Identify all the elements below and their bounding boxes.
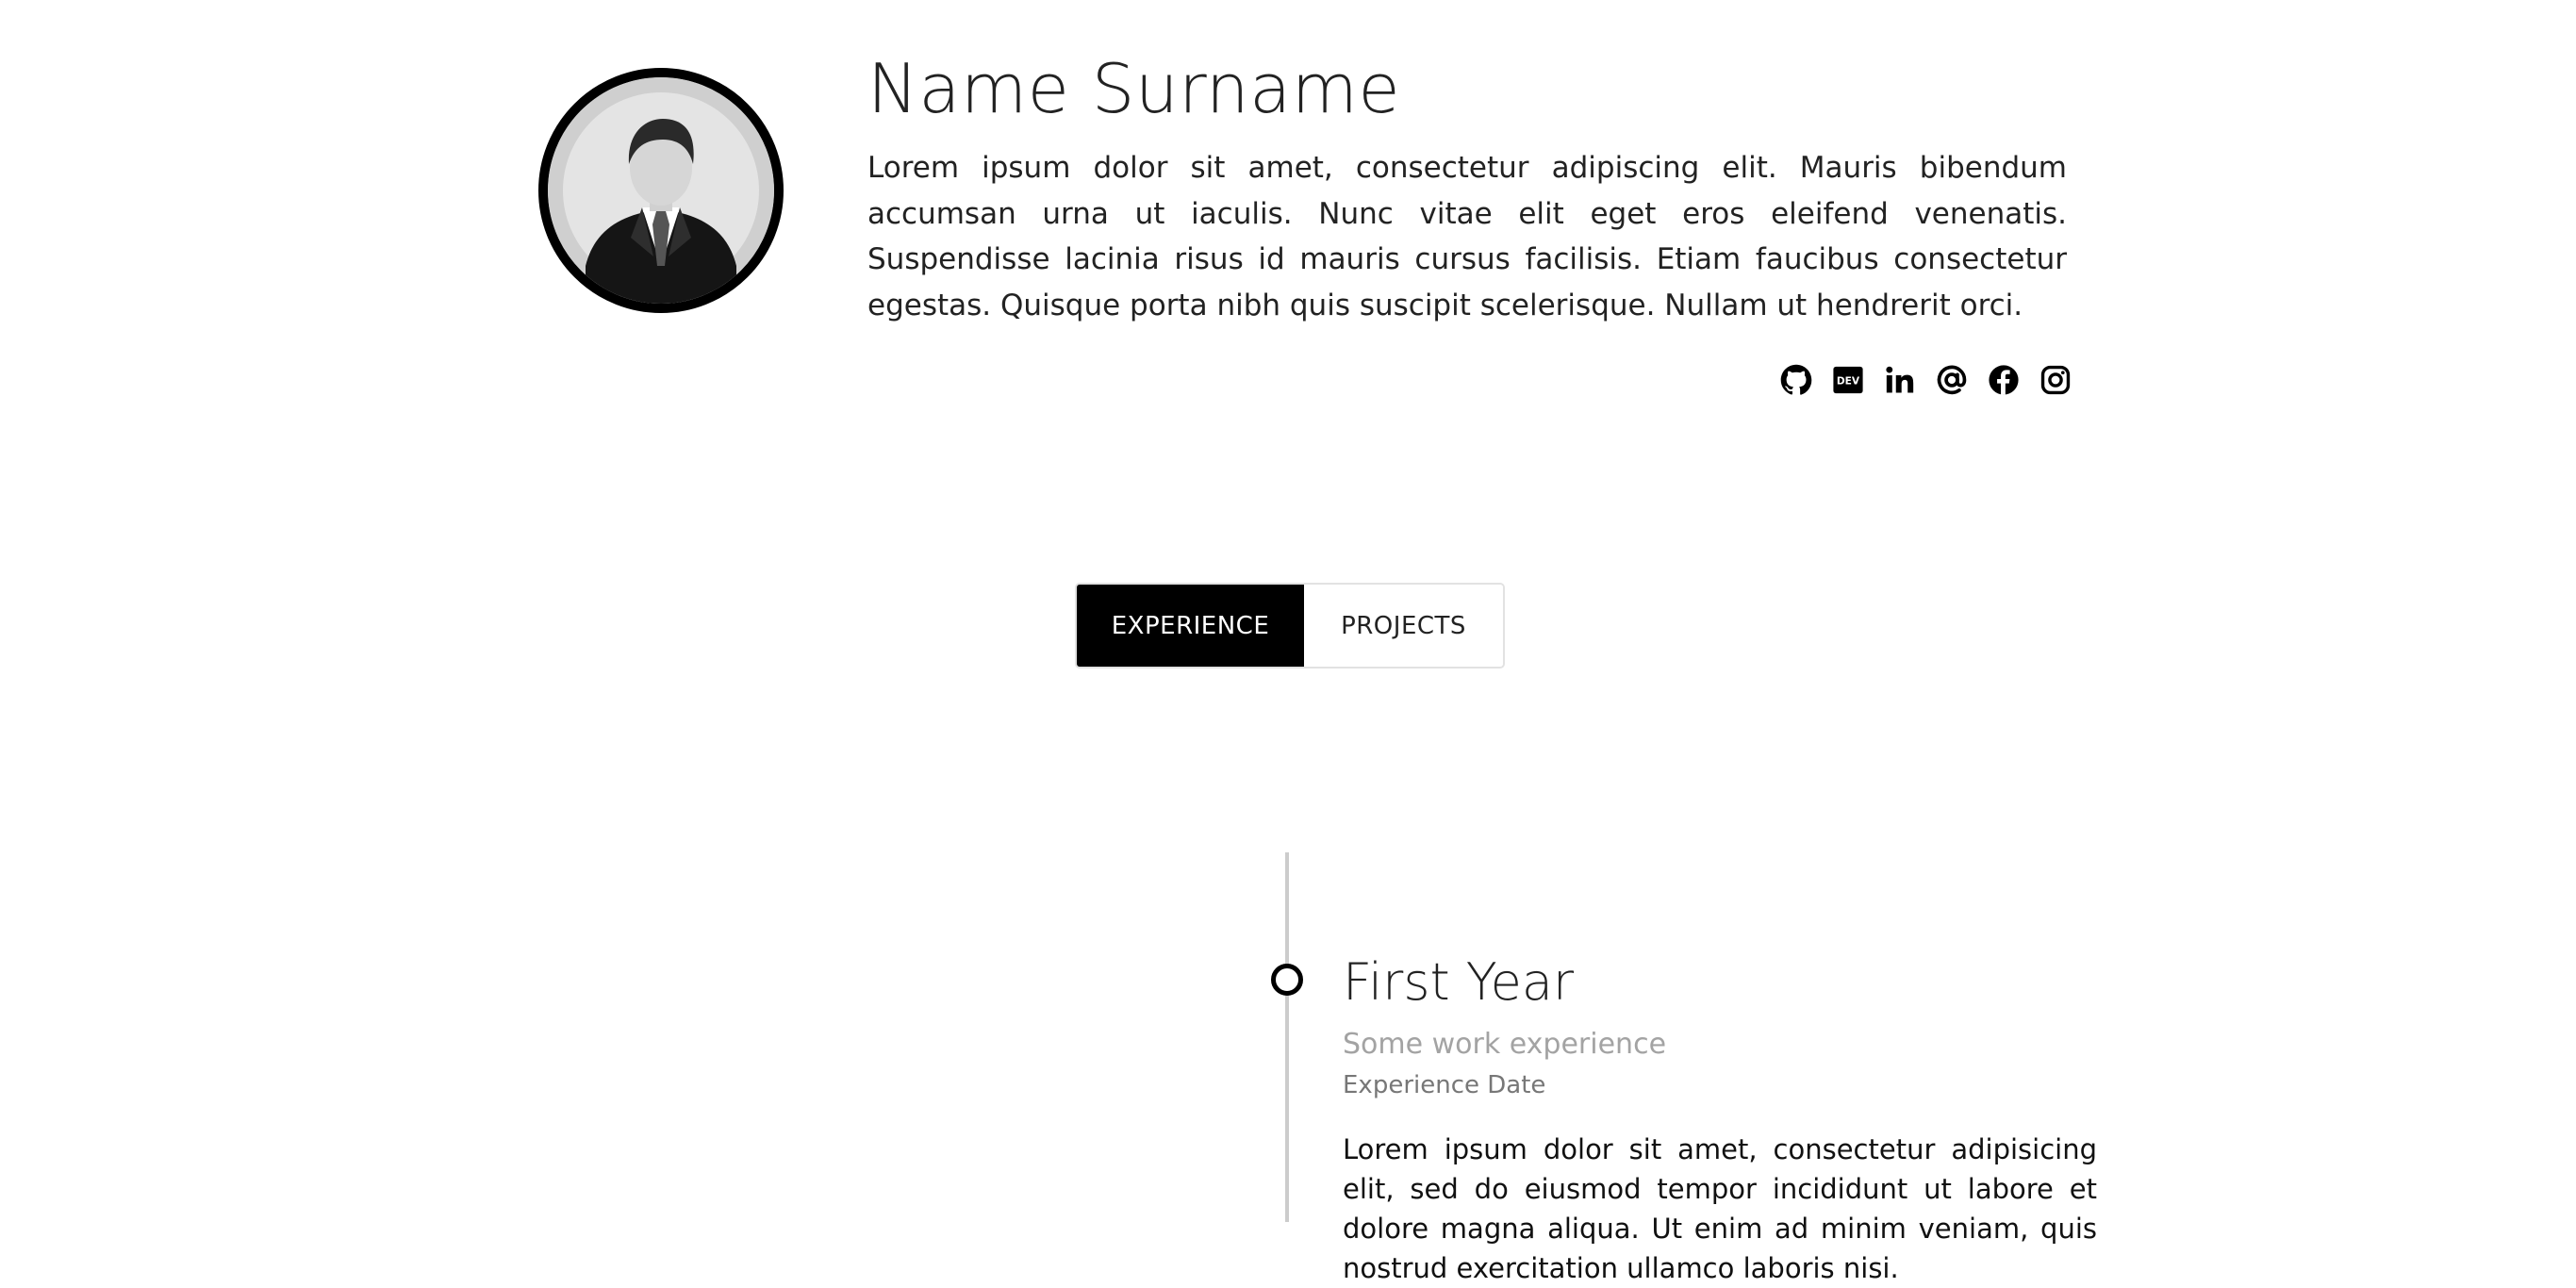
tab-projects[interactable]: PROJECTS xyxy=(1304,585,1503,667)
person-avatar-icon xyxy=(548,77,774,304)
timeline-entry-date: Experience Date xyxy=(1343,1071,1546,1099)
dev-icon-label: DEV xyxy=(1837,375,1860,388)
instagram-icon xyxy=(2040,365,2071,395)
github-icon xyxy=(1780,364,1812,395)
timeline-entry-description: Lorem ipsum dolor sit amet, consectetur … xyxy=(1343,1133,2097,1284)
profile-name: Name Surname xyxy=(867,49,1401,128)
timeline-dot xyxy=(1271,964,1303,996)
tab-experience[interactable]: EXPERIENCE xyxy=(1077,585,1304,667)
at-sign-icon xyxy=(1937,365,1967,395)
dev-link[interactable]: DEV xyxy=(1830,362,1866,398)
dev-icon: DEV xyxy=(1833,366,1863,394)
github-link[interactable] xyxy=(1778,362,1814,398)
social-links: DEV xyxy=(1778,360,2073,400)
linkedin-icon xyxy=(1886,366,1914,393)
facebook-link[interactable] xyxy=(1986,362,2022,398)
avatar xyxy=(538,68,784,313)
facebook-icon xyxy=(1989,365,2019,395)
timeline-line xyxy=(1285,852,1289,1222)
instagram-link[interactable] xyxy=(2038,362,2073,398)
profile-bio: Lorem ipsum dolor sit amet, consectetur … xyxy=(867,151,2067,322)
email-link[interactable] xyxy=(1934,362,1970,398)
linkedin-link[interactable] xyxy=(1882,362,1918,398)
section-tabs: EXPERIENCE PROJECTS xyxy=(1075,583,1505,669)
timeline-entry-subtitle: Some work experience xyxy=(1343,1028,1667,1061)
timeline-entry-title: First Year xyxy=(1343,952,1575,1012)
